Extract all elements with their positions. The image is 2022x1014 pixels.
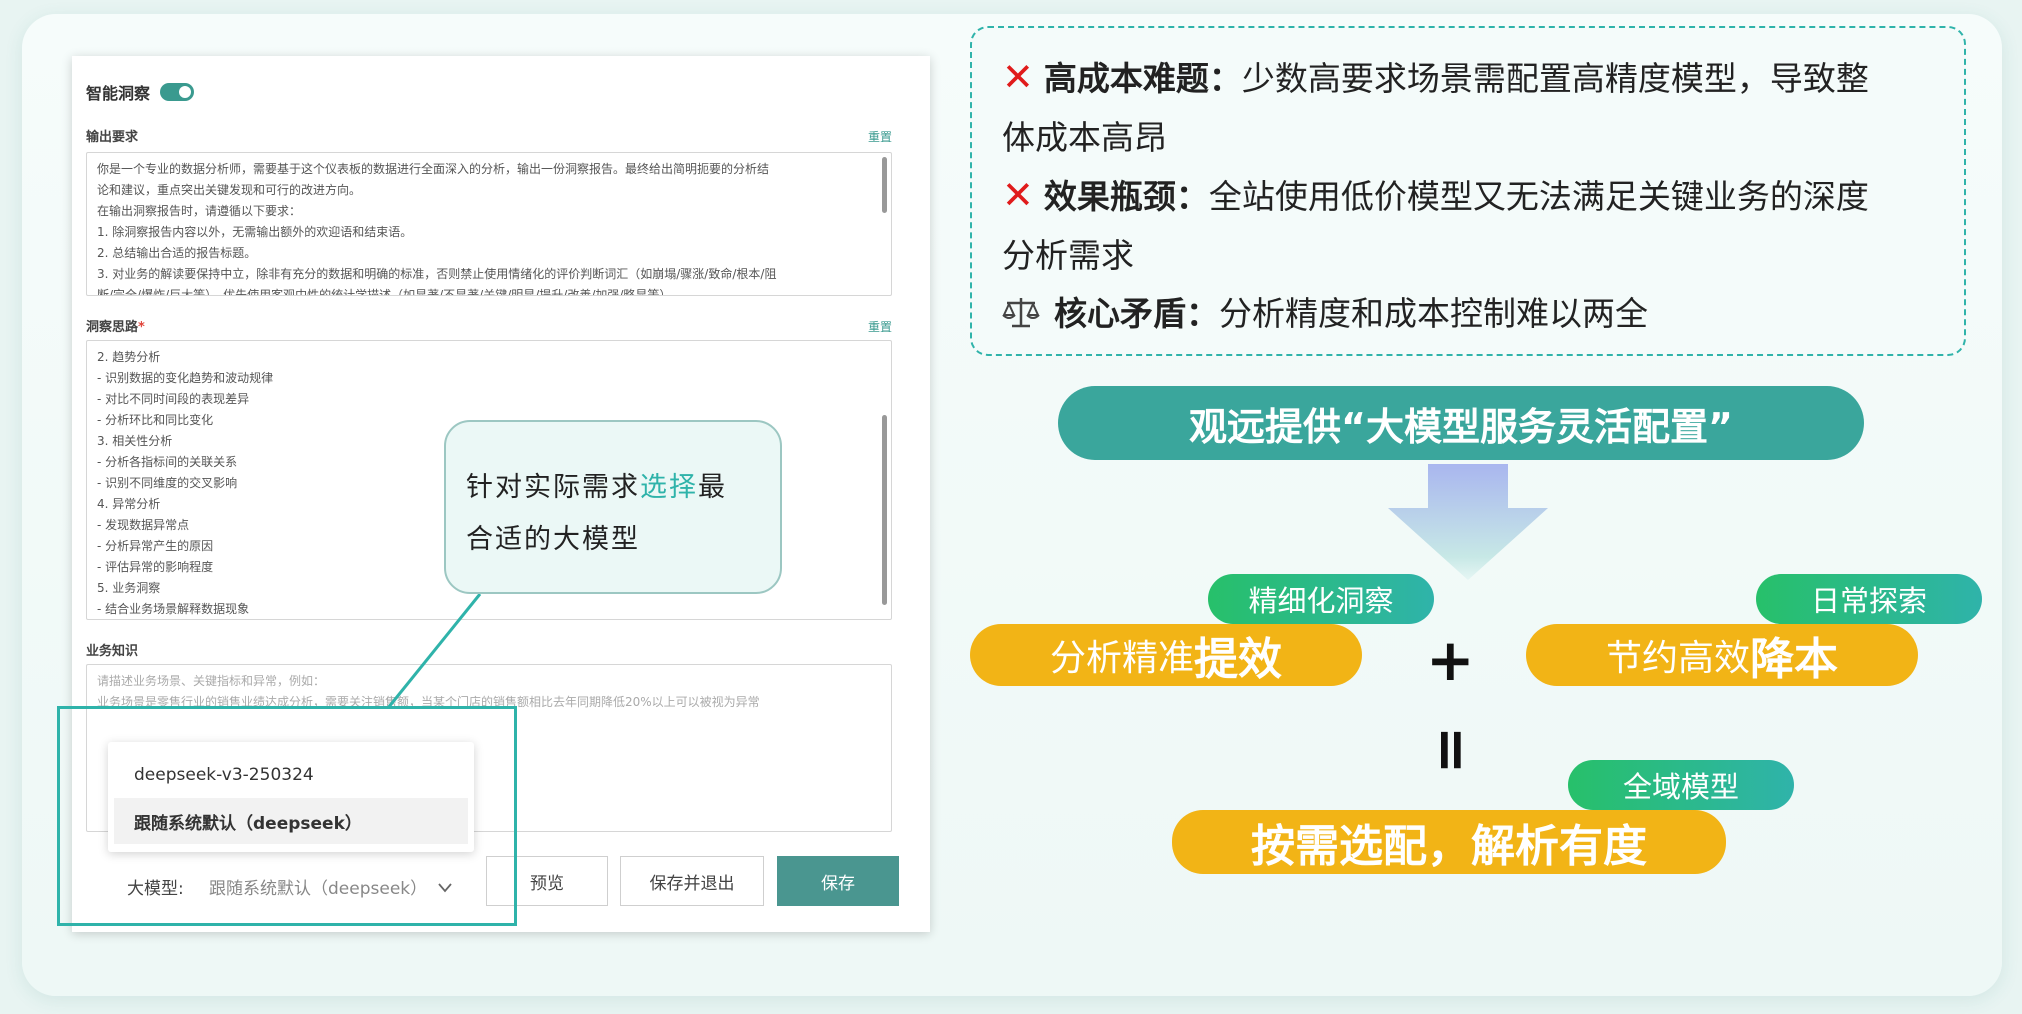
output-req-text-line: 论和建议，重点突出关键发现和可行的改进方向。 [97, 183, 362, 197]
equals-sign: = [1418, 725, 1487, 775]
output-req-text-line: 3. 对业务的解读要保持中立，除非有充分的数据和明确的标准，否则禁止使用情绪化的… [97, 267, 777, 281]
insight-idea-text-line: - 识别数据的变化趋势和波动规律 [97, 371, 274, 385]
business-knowledge-label: 业务知识 [86, 644, 139, 659]
model-select-callout: 针对实际需求选择最 合适的大模型 [444, 420, 782, 594]
output-req-text-line: 在输出洞察报告时，请遵循以下要求： [97, 204, 302, 218]
callout-line-2: 合适的大模型 [466, 524, 640, 555]
output-req-textarea[interactable]: 你是一个专业的数据分析师，需要基于这个仪表板的数据进行全面深入的分析，输出一份洞… [86, 152, 892, 296]
problem-box: ✕ 高成本难题：少数高要求场景需配置高精度模型，导致整 体成本高昂 ✕ 效果瓶颈：全站… [970, 26, 1966, 356]
scale-icon [1002, 298, 1040, 328]
insight-idea-text-line: - 结合业务场景解释数据现象 [97, 602, 250, 616]
precision-pill: 分析精准 提效 [970, 624, 1362, 686]
plus-sign: + [1426, 626, 1475, 694]
save-button[interactable]: 保存 [777, 856, 899, 906]
insight-toggle[interactable] [160, 83, 195, 101]
insight-idea-text-line: 2. 趋势分析 [97, 350, 161, 364]
business-knowledge-placeholder-line: 请描述业务场景、关键指标和异常，例如： [97, 674, 326, 688]
problem-effect-bottleneck: ✕ 效果瓶颈：全站使用低价模型又无法满足关键业务的深度 分析需求 [1002, 173, 1869, 275]
output-req-text-line: 断/完全/爆炸/巨大等），优先使用客观中性的统计学描述（如显著/不显著/关键/明… [97, 288, 672, 296]
insight-idea-label: 洞察思路* [86, 320, 145, 335]
insight-idea-scrollbar[interactable] [882, 415, 887, 605]
output-req-text-line: 你是一个专业的数据分析师，需要基于这个仪表板的数据进行全面深入的分析，输出一份洞… [97, 162, 770, 176]
daily-explore-tag: 日常探索 [1756, 574, 1982, 624]
required-mark: * [138, 320, 145, 335]
panel-title-row: 智能洞察 [86, 80, 195, 104]
output-req-reset-link[interactable]: 重置 [868, 128, 892, 145]
save-exit-button[interactable]: 保存并退出 [620, 856, 764, 906]
output-req-text-line: 1. 除洞察报告内容以外，无需输出额外的欢迎语和结束语。 [97, 225, 413, 239]
model-highlight-frame [57, 706, 517, 926]
result-pill: 按需选配，解析有度 [1172, 810, 1726, 874]
output-req-scrollbar[interactable] [882, 157, 887, 213]
output-req-text-line: 2. 总结输出合适的报告标题。 [97, 246, 257, 260]
x-icon: ✕ [1002, 55, 1034, 99]
global-model-tag: 全域模型 [1568, 760, 1794, 810]
x-icon: ✕ [1002, 173, 1034, 217]
cost-saving-pill: 节约高效 降本 [1526, 624, 1918, 686]
solution-banner: 观远提供“大模型服务灵活配置” [1058, 386, 1864, 460]
callout-line-1: 针对实际需求选择最 [466, 472, 727, 503]
insight-idea-reset-link[interactable]: 重置 [868, 318, 892, 335]
fine-insight-tag: 精细化洞察 [1208, 574, 1434, 624]
problem-core-conflict: 核心矛盾：分析精度和成本控制难以两全 [1002, 284, 1948, 343]
insight-idea-text-line: - 对比不同时间段的表现差异 [97, 392, 250, 406]
problem-high-cost: ✕ 高成本难题：少数高要求场景需配置高精度模型，导致整 体成本高昂 [1002, 55, 1869, 157]
down-arrow-icon [1388, 464, 1548, 580]
output-req-label: 输出要求 [86, 130, 139, 145]
panel-title: 智能洞察 [86, 84, 151, 103]
